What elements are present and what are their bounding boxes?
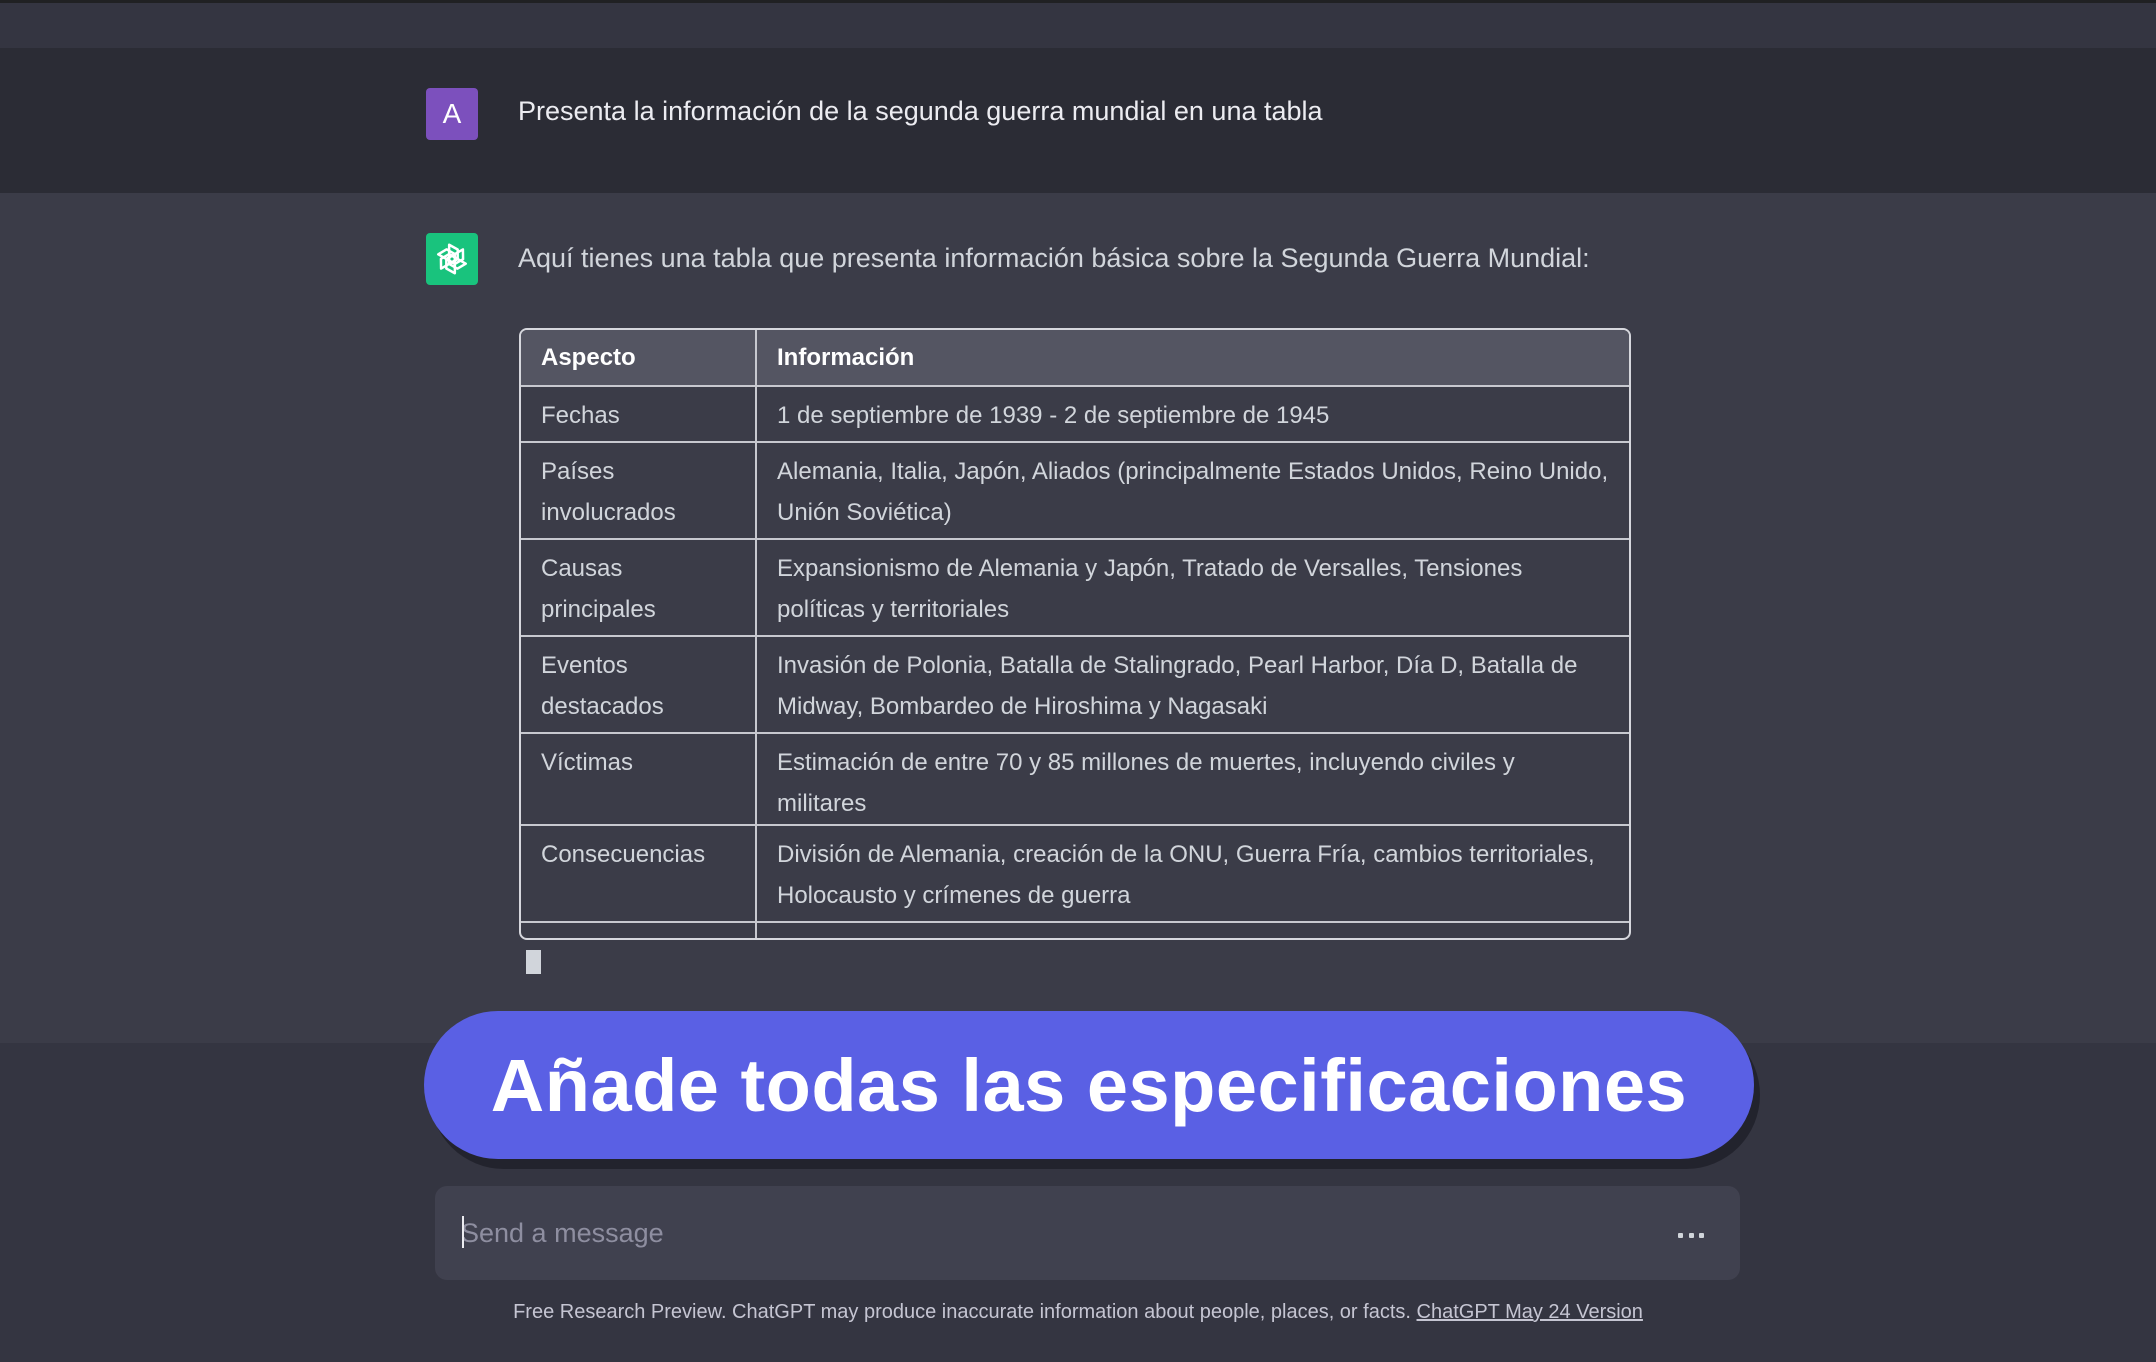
aspect-cell: Consecuencias <box>521 824 757 923</box>
info-cell: División de Alemania, creación de la ONU… <box>755 824 1629 923</box>
message-input[interactable] <box>461 1208 1641 1258</box>
table-row: Fechas 1 de septiembre de 1939 - 2 de se… <box>521 385 1629 443</box>
footer-disclaimer: Free Research Preview. ChatGPT may produ… <box>0 1301 2156 1324</box>
typing-dots-icon <box>1678 1230 1704 1240</box>
footer-text: Free Research Preview. ChatGPT may produ… <box>513 1301 1411 1323</box>
info-cell: Expansionismo de Alemania y Japón, Trata… <box>755 538 1629 637</box>
column-header: Aspecto <box>521 330 757 387</box>
top-bar <box>0 0 2156 48</box>
message-composer[interactable] <box>435 1186 1740 1280</box>
aspect-cell: Eventos destacados <box>521 635 757 734</box>
caption-banner-text: Añade todas las especificaciones <box>490 1043 1688 1127</box>
info-cell: 1 de septiembre de 1939 - 2 de septiembr… <box>755 385 1629 443</box>
aspect-cell: Fechas <box>521 385 757 443</box>
version-link[interactable]: ChatGPT May 24 Version <box>1417 1301 1643 1323</box>
assistant-intro-text: Aquí tienes una tabla que presenta infor… <box>518 243 1590 273</box>
table-row: Eventos destacados Invasión de Polonia, … <box>521 635 1629 734</box>
user-avatar: A <box>426 88 478 140</box>
column-header: Información <box>755 330 1629 387</box>
assistant-avatar <box>426 233 478 285</box>
text-caret <box>462 1216 464 1248</box>
aspect-cell: Víctimas <box>521 732 757 826</box>
table-row: Países involucrados Alemania, Italia, Ja… <box>521 441 1629 540</box>
table-row: Resultado Victoria de los <box>521 921 1629 938</box>
table-header-row: Aspecto Información <box>521 330 1629 387</box>
table-row: Consecuencias División de Alemania, crea… <box>521 824 1629 923</box>
table-row: Víctimas Estimación de entre 70 y 85 mil… <box>521 732 1629 826</box>
aspect-cell: Resultado <box>521 921 757 938</box>
info-cell: Invasión de Polonia, Batalla de Stalingr… <box>755 635 1629 734</box>
aspect-cell: Causas principales <box>521 538 757 637</box>
info-cell: Alemania, Italia, Japón, Aliados (princi… <box>755 441 1629 540</box>
typing-cursor <box>526 950 541 974</box>
caption-banner: Añade todas las especificaciones <box>424 1011 1754 1159</box>
table-row: Causas principales Expansionismo de Alem… <box>521 538 1629 637</box>
aspect-cell: Países involucrados <box>521 441 757 540</box>
user-message-text: Presenta la información de la segunda gu… <box>518 96 1323 126</box>
info-cell: Estimación de entre 70 y 85 millones de … <box>755 732 1629 826</box>
chat-app: A Presenta la información de la segunda … <box>0 0 2156 1362</box>
openai-logo-icon <box>436 243 468 275</box>
info-cell: Victoria de los <box>755 921 1629 938</box>
ww2-info-table: Aspecto Información Fechas 1 de septiemb… <box>519 328 1631 940</box>
